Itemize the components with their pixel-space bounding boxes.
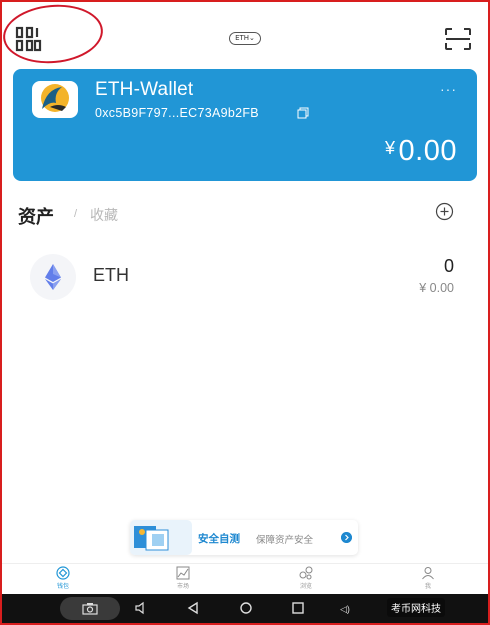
tab-wallet[interactable]: 钱包 — [43, 566, 83, 596]
scan-icon[interactable] — [444, 27, 472, 51]
wallet-avatar — [32, 81, 78, 118]
wallet-card[interactable]: ETH-Wallet 0xc5B9F797...EC73A9b2FB ··· ¥… — [13, 69, 477, 181]
tab-label: 钱包 — [56, 583, 69, 590]
camera-icon — [82, 603, 98, 615]
watermark-text: 考币网科技 — [387, 598, 445, 617]
add-asset-icon[interactable] — [435, 202, 454, 221]
asset-name: ETH — [93, 265, 129, 285]
arrow-right-icon — [341, 532, 352, 543]
wallet-address: 0xc5B9F797...EC73A9b2FB — [95, 106, 259, 120]
chevron-down-icon: ⌄ — [249, 34, 255, 42]
ethereum-icon — [30, 254, 76, 300]
asset-fiat-value: ¥ 0.00 — [419, 281, 454, 295]
asset-row-eth[interactable]: ETH 0 ¥ 0.00 — [14, 248, 476, 304]
tab-profile[interactable]: 我 — [408, 566, 448, 596]
volume-down-icon[interactable]: ◁) — [340, 604, 350, 615]
tab-label: 浏览 — [299, 583, 312, 590]
wallet-icon — [56, 566, 70, 580]
balance-amount: 0.00 — [398, 135, 457, 167]
copy-icon[interactable] — [297, 107, 309, 119]
tab-collect[interactable]: 收藏 — [90, 205, 118, 225]
tab-label: 我 — [424, 583, 431, 590]
discover-icon — [299, 566, 313, 580]
tab-separator: / — [74, 208, 78, 220]
wallet-balance: ¥0.00 — [385, 135, 457, 168]
banner-title: 安全自测 — [198, 533, 240, 545]
banner-subtitle: 保障资产安全 — [256, 535, 314, 546]
profile-icon — [422, 567, 434, 580]
tab-market[interactable]: 市场 — [163, 566, 203, 596]
home-icon[interactable] — [239, 601, 253, 615]
more-options-icon[interactable]: ··· — [440, 81, 457, 97]
market-chart-icon — [176, 566, 190, 580]
back-icon[interactable] — [186, 601, 200, 615]
wallet-name: ETH-Wallet — [95, 79, 194, 100]
network-badge[interactable]: ETH⌄ — [229, 32, 261, 45]
volume-icon[interactable] — [134, 601, 148, 615]
tab-assets[interactable]: 资产 — [18, 203, 54, 229]
system-nav-bar: ◁) 考币网科技 — [2, 594, 488, 623]
bottom-tab-bar: 钱包 市场 浏览 我 — [2, 563, 488, 595]
shield-illustration-icon — [130, 520, 192, 555]
screenshot-pill[interactable] — [60, 597, 120, 620]
network-badge-label: ETH — [235, 34, 250, 42]
recents-icon[interactable] — [291, 601, 305, 615]
currency-symbol: ¥ — [385, 138, 396, 158]
tab-discover[interactable]: 浏览 — [286, 566, 326, 596]
top-bar: ETH⌄ — [0, 0, 490, 70]
menu-grid-icon[interactable] — [14, 26, 44, 52]
security-check-banner[interactable]: 安全自测 保障资产安全 — [130, 520, 358, 555]
asset-quantity: 0 — [443, 256, 454, 276]
tab-label: 市场 — [176, 583, 189, 590]
